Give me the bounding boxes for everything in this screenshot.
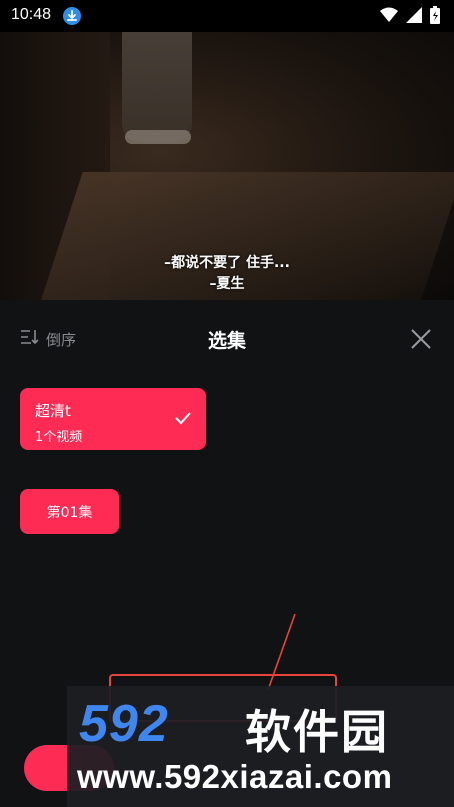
watermark-url: www.592xiazai.com bbox=[77, 758, 393, 795]
watermark-site-name: 软件园 bbox=[245, 705, 389, 759]
watermark-logo: 592 bbox=[79, 695, 169, 753]
watermark: 592 软件园 www.592xiazai.com bbox=[67, 686, 454, 807]
